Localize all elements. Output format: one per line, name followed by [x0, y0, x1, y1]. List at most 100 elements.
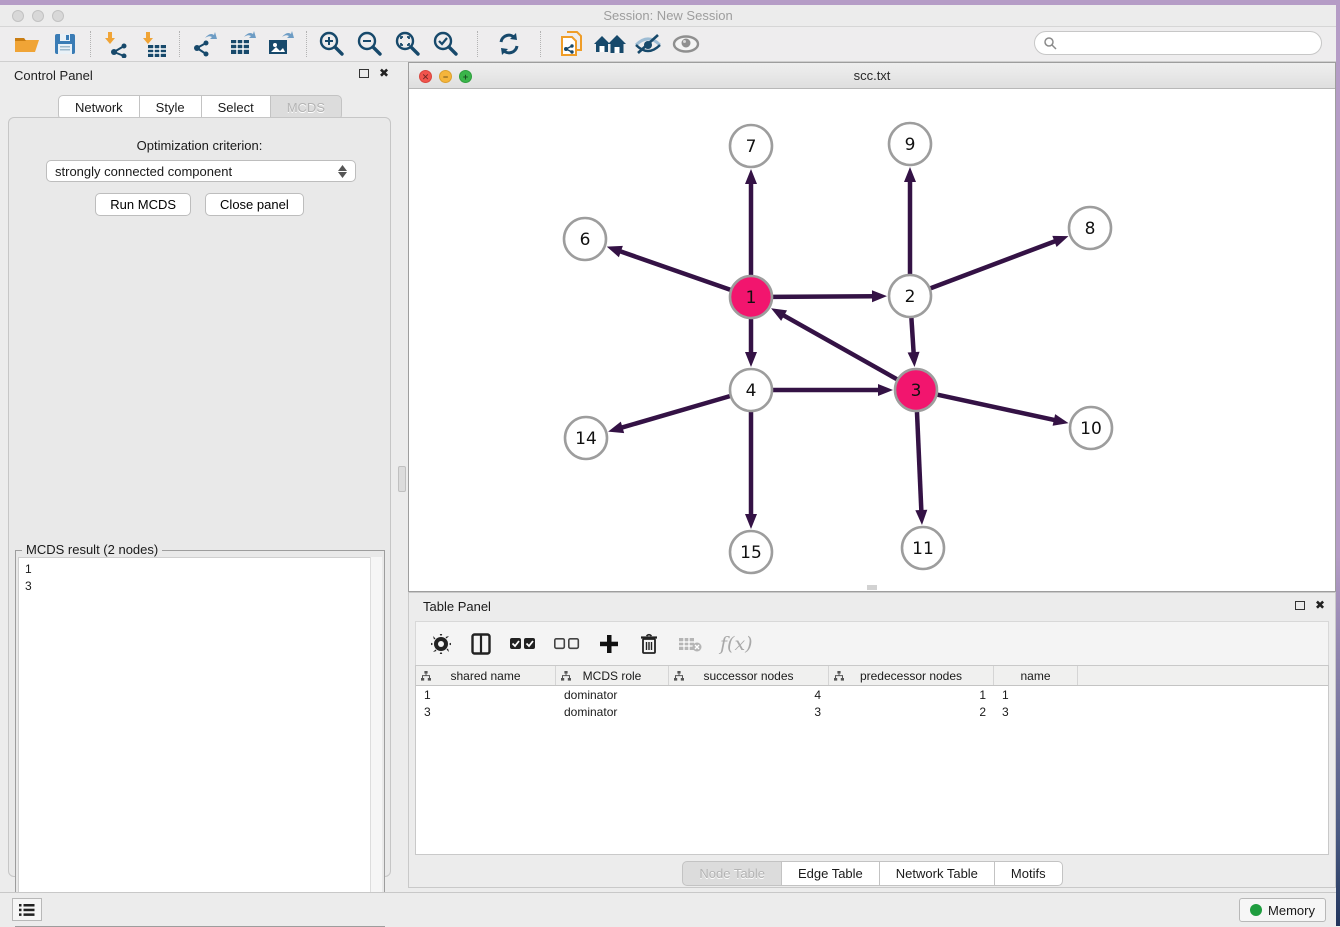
- optimization-criterion-label: Optimization criterion:: [9, 138, 390, 153]
- edge-3-to-1[interactable]: [782, 315, 896, 380]
- memory-label: Memory: [1268, 903, 1315, 918]
- graph-node-label-1: 1: [746, 288, 757, 308]
- arrowhead-1-to-2: [872, 290, 887, 302]
- tab-node-table[interactable]: Node Table: [682, 861, 782, 886]
- tab-edge-table[interactable]: Edge Table: [781, 861, 880, 886]
- edge-1-to-2[interactable]: [773, 296, 874, 297]
- table-row[interactable]: 3dominator323: [416, 703, 1328, 720]
- import-table-icon[interactable]: [135, 29, 173, 59]
- graph-node-label-6: 6: [580, 230, 591, 250]
- arrowhead-1-to-4: [745, 352, 757, 367]
- search-input[interactable]: [1062, 36, 1321, 50]
- export-network-icon[interactable]: [186, 29, 224, 59]
- graph-node-label-2: 2: [905, 287, 916, 307]
- import-network-icon[interactable]: [97, 29, 135, 59]
- network-title: scc.txt: [409, 68, 1335, 83]
- delete-table-icon[interactable]: [678, 635, 702, 653]
- panel-splitter[interactable]: [398, 466, 406, 492]
- add-column-icon[interactable]: [598, 634, 620, 654]
- control-panel: Control Panel ✖ Network Style Select MCD…: [0, 62, 399, 882]
- tab-motifs[interactable]: Motifs: [994, 861, 1063, 886]
- graph-node-label-8: 8: [1085, 219, 1096, 239]
- open-folder-icon[interactable]: [8, 29, 46, 59]
- float-panel-icon[interactable]: [359, 69, 369, 78]
- mcds-result-text[interactable]: 1 3: [18, 557, 382, 924]
- column-header-predecessor-nodes[interactable]: predecessor nodes: [829, 666, 994, 685]
- memory-status-dot: [1250, 904, 1262, 916]
- table-row[interactable]: 1dominator411: [416, 686, 1328, 703]
- table-toolbar: f(x): [415, 621, 1329, 665]
- export-image-icon[interactable]: [262, 29, 300, 59]
- table-header-row: shared nameMCDS rolesuccessor nodesprede…: [416, 666, 1328, 686]
- memory-button[interactable]: Memory: [1239, 898, 1326, 922]
- search-box[interactable]: [1034, 31, 1322, 55]
- arrowhead-3-to-11: [915, 510, 927, 525]
- float-table-panel-icon[interactable]: [1295, 601, 1305, 610]
- tab-network-table[interactable]: Network Table: [879, 861, 995, 886]
- edge-2-to-8[interactable]: [931, 241, 1057, 289]
- hierarchy-icon: [561, 670, 571, 684]
- graph-node-label-14: 14: [575, 429, 597, 449]
- hierarchy-icon: [674, 670, 684, 684]
- table-tabs: Node Table Edge Table Network Table Moti…: [409, 861, 1335, 886]
- delete-column-icon[interactable]: [638, 633, 660, 655]
- mcds-panel: Optimization criterion: strongly connect…: [8, 117, 391, 877]
- mcds-result-title: MCDS result (2 nodes): [22, 542, 162, 557]
- main-titlebar: Session: New Session: [0, 5, 1336, 27]
- arrowhead-1-to-6: [607, 246, 623, 257]
- edge-3-to-10[interactable]: [937, 395, 1055, 421]
- home-icon[interactable]: [591, 29, 629, 59]
- function-builder-icon[interactable]: f(x): [720, 633, 753, 655]
- edge-4-to-14[interactable]: [621, 396, 730, 428]
- close-panel-icon[interactable]: ✖: [379, 68, 389, 78]
- export-table-icon[interactable]: [224, 29, 262, 59]
- edge-3-to-11[interactable]: [917, 412, 921, 512]
- hide-eye-icon[interactable]: [629, 29, 667, 59]
- arrowhead-4-to-3: [878, 384, 893, 396]
- network-canvas[interactable]: 7968124314101511: [409, 89, 1335, 591]
- save-icon[interactable]: [46, 29, 84, 59]
- list-icon: [19, 903, 35, 917]
- zoom-selected-icon[interactable]: [427, 29, 465, 59]
- network-titlebar[interactable]: ✕ − + scc.txt: [409, 63, 1335, 89]
- arrowhead-2-to-3: [908, 352, 920, 367]
- deselect-all-icon[interactable]: [554, 637, 580, 651]
- network-file-icon[interactable]: [553, 29, 591, 59]
- close-panel-button[interactable]: Close panel: [205, 193, 304, 216]
- close-table-panel-icon[interactable]: ✖: [1315, 600, 1325, 610]
- search-icon: [1043, 36, 1057, 50]
- arrowhead-1-to-7: [745, 169, 757, 184]
- refresh-icon[interactable]: [490, 29, 528, 59]
- column-header-successor-nodes[interactable]: successor nodes: [669, 666, 829, 685]
- control-panel-title: Control Panel: [14, 68, 93, 83]
- table-body: 1dominator4113dominator323: [416, 686, 1328, 720]
- edge-2-to-3[interactable]: [911, 318, 913, 354]
- graph-node-label-10: 10: [1080, 419, 1102, 439]
- column-header-shared-name[interactable]: shared name: [416, 666, 556, 685]
- arrowhead-3-to-10: [1053, 414, 1069, 426]
- canvas-resize-grip[interactable]: [867, 585, 877, 590]
- criterion-select[interactable]: strongly connected component: [46, 160, 356, 182]
- zoom-in-icon[interactable]: [313, 29, 351, 59]
- task-history-button[interactable]: [12, 898, 42, 921]
- gear-icon[interactable]: [430, 633, 452, 655]
- select-all-icon[interactable]: [510, 637, 536, 651]
- result-scrollbar[interactable]: [370, 557, 382, 924]
- arrowhead-2-to-9: [904, 167, 916, 182]
- arrowhead-3-to-1: [771, 308, 787, 321]
- column-header-MCDS-role[interactable]: MCDS role: [556, 666, 669, 685]
- graph-node-label-4: 4: [746, 381, 757, 401]
- table-panel-title: Table Panel: [423, 599, 491, 614]
- zoom-fit-icon[interactable]: [389, 29, 427, 59]
- graph-node-label-7: 7: [746, 137, 757, 157]
- node-table: shared nameMCDS rolesuccessor nodesprede…: [415, 665, 1329, 855]
- column-header-name[interactable]: name: [994, 666, 1078, 685]
- zoom-out-icon[interactable]: [351, 29, 389, 59]
- split-column-icon[interactable]: [470, 633, 492, 655]
- arrowhead-4-to-14: [608, 422, 624, 434]
- mcds-result-fieldset: MCDS result (2 nodes) 1 3: [15, 550, 385, 927]
- show-eye-icon[interactable]: [667, 29, 705, 59]
- run-mcds-button[interactable]: Run MCDS: [95, 193, 191, 216]
- stepper-icon: [338, 165, 347, 178]
- edge-1-to-6[interactable]: [619, 251, 730, 290]
